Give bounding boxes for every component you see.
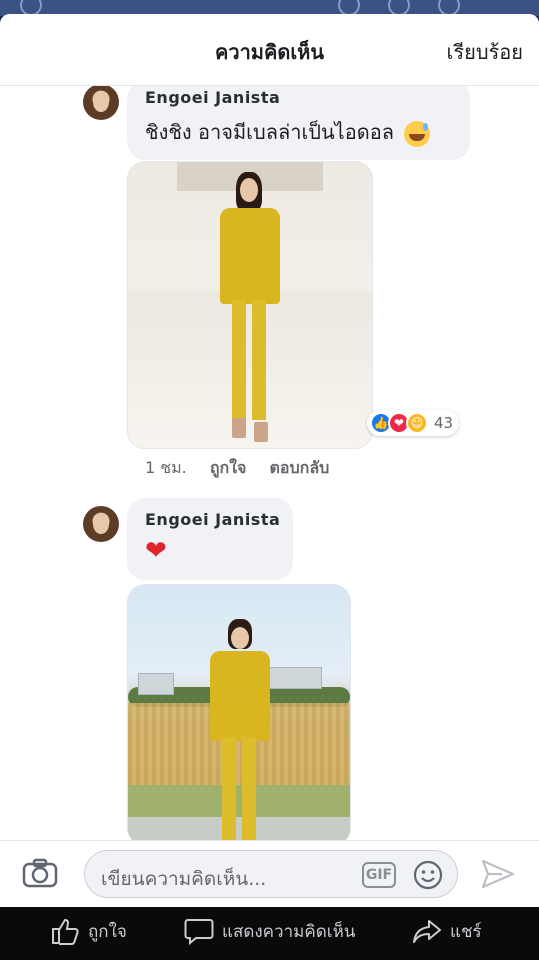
haha-reaction-icon: ☺: [406, 412, 428, 434]
comment-bubble-icon: [184, 919, 214, 945]
comment-bubble[interactable]: Engoei Janista ❤: [127, 498, 293, 580]
comments-header: ความคิดเห็น เรียบร้อย: [0, 14, 539, 86]
comment-photo[interactable]: [127, 161, 373, 449]
like-action-label: ถูกใจ: [88, 921, 127, 942]
comments-sheet: ความคิดเห็น เรียบร้อย Engoei Janista ชิง…: [0, 14, 539, 907]
comment-text-row: ชิงชิง อาจมีเบลล่าเป็นไอดอล: [145, 116, 430, 148]
emoji-smile-icon[interactable]: [413, 860, 443, 890]
camera-icon[interactable]: [22, 858, 58, 888]
person-figure: [206, 619, 276, 845]
comment-composer: เขียนความคิดเห็น... GIF: [0, 840, 539, 907]
gif-button[interactable]: GIF: [362, 862, 396, 888]
comment-action-button[interactable]: แสดงความคิดเห็น: [184, 917, 355, 945]
comment-actions: 1 ชม. ถูกใจ ตอบกลับ: [145, 456, 347, 481]
comment-like-button[interactable]: ถูกใจ: [210, 458, 247, 477]
person-figure: [212, 172, 292, 442]
comment-author[interactable]: Engoei Janista: [145, 88, 280, 107]
comment-time: 1 ชม.: [145, 458, 187, 477]
reaction-count: 43: [434, 414, 454, 432]
post-action-bar: ถูกใจ แสดงความคิดเห็น แชร์: [0, 899, 539, 960]
reactions-summary[interactable]: 👍 ❤ ☺ 43: [367, 410, 460, 436]
comment-input-placeholder: เขียนความคิดเห็น...: [101, 868, 267, 890]
comment-text: ชิงชิง อาจมีเบลล่าเป็นไอดอล: [145, 120, 394, 144]
share-arrow-icon: [413, 920, 441, 943]
comments-screen: ความคิดเห็น เรียบร้อย Engoei Janista ชิง…: [0, 0, 539, 960]
send-icon[interactable]: [480, 858, 516, 890]
comment-bubble[interactable]: Engoei Janista ชิงชิง อาจมีเบลล่าเป็นไอด…: [127, 80, 470, 160]
red-heart-emoji-icon: ❤: [145, 536, 167, 566]
done-button[interactable]: เรียบร้อย: [447, 36, 523, 68]
comment-input[interactable]: เขียนความคิดเห็น... GIF: [84, 850, 458, 898]
like-action-button[interactable]: ถูกใจ: [50, 917, 127, 945]
comment-author[interactable]: Engoei Janista: [145, 510, 280, 529]
share-action-label: แชร์: [450, 921, 482, 942]
comment-action-label: แสดงความคิดเห็น: [222, 921, 356, 942]
avatar[interactable]: [83, 84, 119, 120]
comment-photo[interactable]: [127, 584, 351, 846]
thumbs-up-icon: [52, 918, 79, 945]
share-action-button[interactable]: แชร์: [412, 917, 482, 945]
avatar[interactable]: [83, 506, 119, 542]
comment-reply-button[interactable]: ตอบกลับ: [270, 458, 330, 477]
grinning-sweat-emoji-icon: [403, 120, 430, 147]
